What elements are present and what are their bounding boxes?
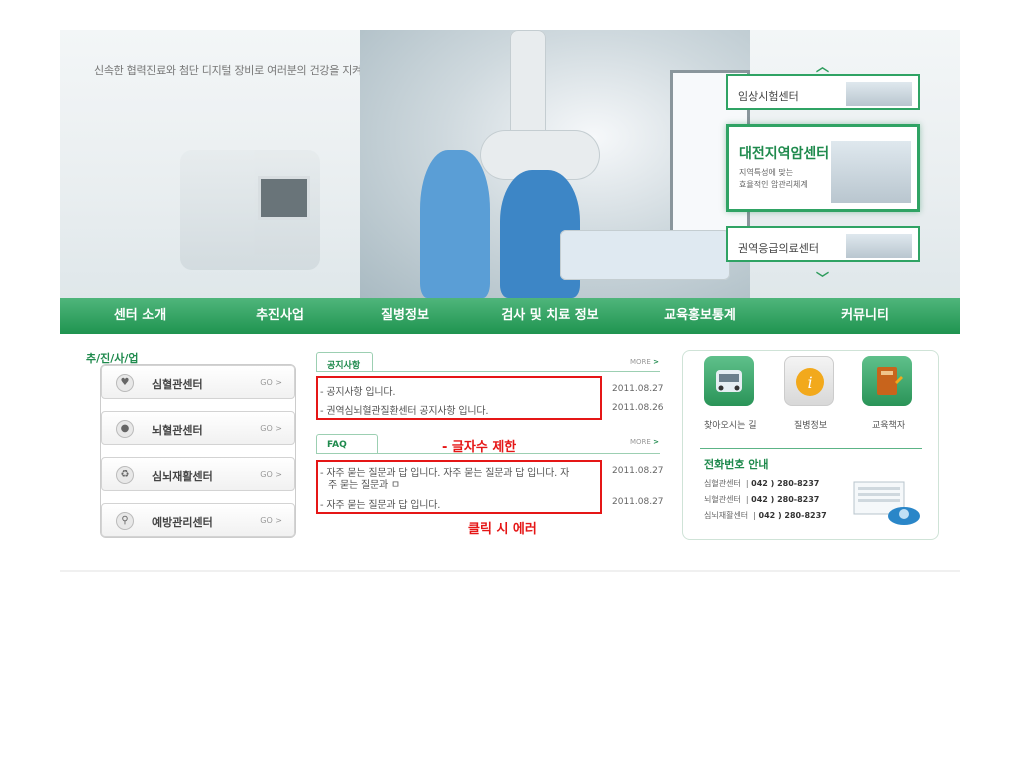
business-box: ♥ 심혈관센터 GO > ● 뇌혈관센터 GO > ♻ 심뇌재활센터 GO > … (100, 364, 296, 538)
tab-notice[interactable]: 공지사항 (316, 352, 374, 372)
more-label: MORE (630, 358, 651, 366)
building-image (846, 234, 912, 258)
notice-row[interactable]: - 권역심뇌혈관질환센터 공지사항 입니다. (320, 402, 489, 417)
faq-date: 2011.08.27 (612, 497, 664, 507)
hero-tagline: 신속한 협력진료와 첨단 디지털 장비로 여러분의 건강을 지켜드립니다. (94, 64, 405, 77)
go-link[interactable]: GO > (260, 470, 282, 479)
side-card-clinical[interactable]: 임상시험센터 (726, 74, 920, 110)
building-image (831, 141, 911, 203)
business-item-label: 심뇌재활센터 (152, 470, 213, 483)
phone-title: 전화번호 안내 (704, 458, 769, 471)
nav-item-education[interactable]: 교육홍보통계 (630, 298, 770, 334)
phone-number: 042 ) 280-8237 (751, 479, 820, 488)
phone-row: 뇌혈관센터 | 042 ) 280-8237 (704, 495, 820, 504)
notice-date: 2011.08.27 (612, 384, 664, 394)
magnifier-icon: ⚲ (116, 512, 134, 530)
quick-label-booklet[interactable]: 교육책자 (872, 418, 905, 431)
svg-text:i: i (807, 373, 812, 392)
page: 신속한 협력진료와 첨단 디지털 장비로 여러분의 건강을 지켜드립니다. ︿ … (0, 0, 1024, 768)
chevron-right-icon: > (653, 438, 659, 446)
footer-divider (60, 570, 960, 572)
notice-date: 2011.08.26 (612, 403, 664, 413)
phone-center-name: 심뇌재활센터 (704, 511, 749, 520)
side-card-cancer[interactable]: 대전지역암센터 지역특성에 맞는 효율적인 암관리체계 (726, 124, 920, 212)
brain-icon: ● (116, 420, 134, 438)
side-card-title: 대전지역암센터 (739, 146, 830, 162)
nav-item-projects[interactable]: 추진사업 (220, 298, 340, 334)
notice-divider (316, 371, 660, 372)
hero-patient-table (560, 230, 730, 280)
hero-photo (360, 30, 750, 298)
hero-doctor-1 (420, 150, 490, 298)
quick-label-disease[interactable]: 질병정보 (794, 418, 827, 431)
chevron-right-icon: > (653, 358, 659, 366)
phone-row: 심뇌재활센터 | 042 ) 280-8237 (704, 511, 827, 520)
nav-item-community[interactable]: 커뮤니티 (770, 298, 960, 334)
hero-monitor-image (258, 176, 310, 220)
more-label: MORE (630, 438, 651, 446)
faq-row[interactable]: - 자주 묻는 질문과 답 입니다. (320, 496, 440, 511)
nav-item-exam-treatment[interactable]: 검사 및 치료 정보 (470, 298, 630, 334)
chevron-up-icon[interactable]: ︿ (816, 56, 829, 75)
business-item-label: 예방관리센터 (152, 516, 213, 529)
business-item-label: 뇌혈관센터 (152, 424, 203, 437)
quick-label-directions[interactable]: 찾아오시는 길 (704, 418, 757, 431)
main-nav: 센터 소개 추진사업 질병정보 검사 및 치료 정보 교육홍보통계 커뮤니티 (60, 298, 960, 334)
phone-center-name: 심혈관센터 (704, 479, 741, 488)
annotation-click-error: 클릭 시 에러 (468, 522, 537, 537)
business-item-label: 심혈관센터 (152, 378, 203, 391)
go-link[interactable]: GO > (260, 516, 282, 525)
notice-more-link[interactable]: MORE > (630, 358, 659, 366)
phone-center-name: 뇌혈관센터 (704, 495, 741, 504)
hero-equipment-image (180, 150, 320, 270)
tab-faq[interactable]: FAQ (316, 434, 378, 454)
car-icon[interactable] (704, 356, 754, 406)
go-link[interactable]: GO > (260, 424, 282, 433)
phone-number: 042 ) 280-8237 (758, 511, 827, 520)
quick-divider (700, 448, 922, 449)
phone-row: 심혈관센터 | 042 ) 280-8237 (704, 479, 820, 488)
faq-more-link[interactable]: MORE > (630, 438, 659, 446)
info-icon[interactable]: i (784, 356, 834, 406)
telephone-icon (852, 478, 924, 528)
side-card-sub2: 효율적인 암관리체계 (739, 180, 808, 189)
annotation-char-limit: - 글자수 제한 (442, 440, 517, 455)
faq-date: 2011.08.27 (612, 466, 664, 476)
building-image (846, 82, 912, 106)
side-card-emergency[interactable]: 권역응급의료센터 (726, 226, 920, 262)
business-item-cerebro[interactable]: ● 뇌혈관센터 GO > (101, 411, 295, 445)
phone-number: 042 ) 280-8237 (751, 495, 820, 504)
side-card-sub1: 지역특성에 맞는 (739, 168, 794, 177)
notice-row[interactable]: - 공지사항 입니다. (320, 383, 396, 398)
side-card-title: 임상시험센터 (738, 90, 799, 103)
business-item-cardio[interactable]: ♥ 심혈관센터 GO > (101, 365, 295, 399)
nav-item-disease-info[interactable]: 질병정보 (340, 298, 470, 334)
side-card-title: 권역응급의료센터 (738, 242, 819, 255)
book-icon[interactable] (862, 356, 912, 406)
chevron-down-icon[interactable]: ﹀ (816, 268, 829, 287)
recycle-icon: ♻ (116, 466, 134, 484)
business-item-rehab[interactable]: ♻ 심뇌재활센터 GO > (101, 457, 295, 491)
nav-item-center-intro[interactable]: 센터 소개 (60, 298, 220, 334)
faq-row-cont[interactable]: 주 묻는 질문과 ㅁ (328, 476, 400, 491)
heart-icon: ♥ (116, 374, 134, 392)
go-link[interactable]: GO > (260, 378, 282, 387)
business-item-prevention[interactable]: ⚲ 예방관리센터 GO > (101, 503, 295, 537)
